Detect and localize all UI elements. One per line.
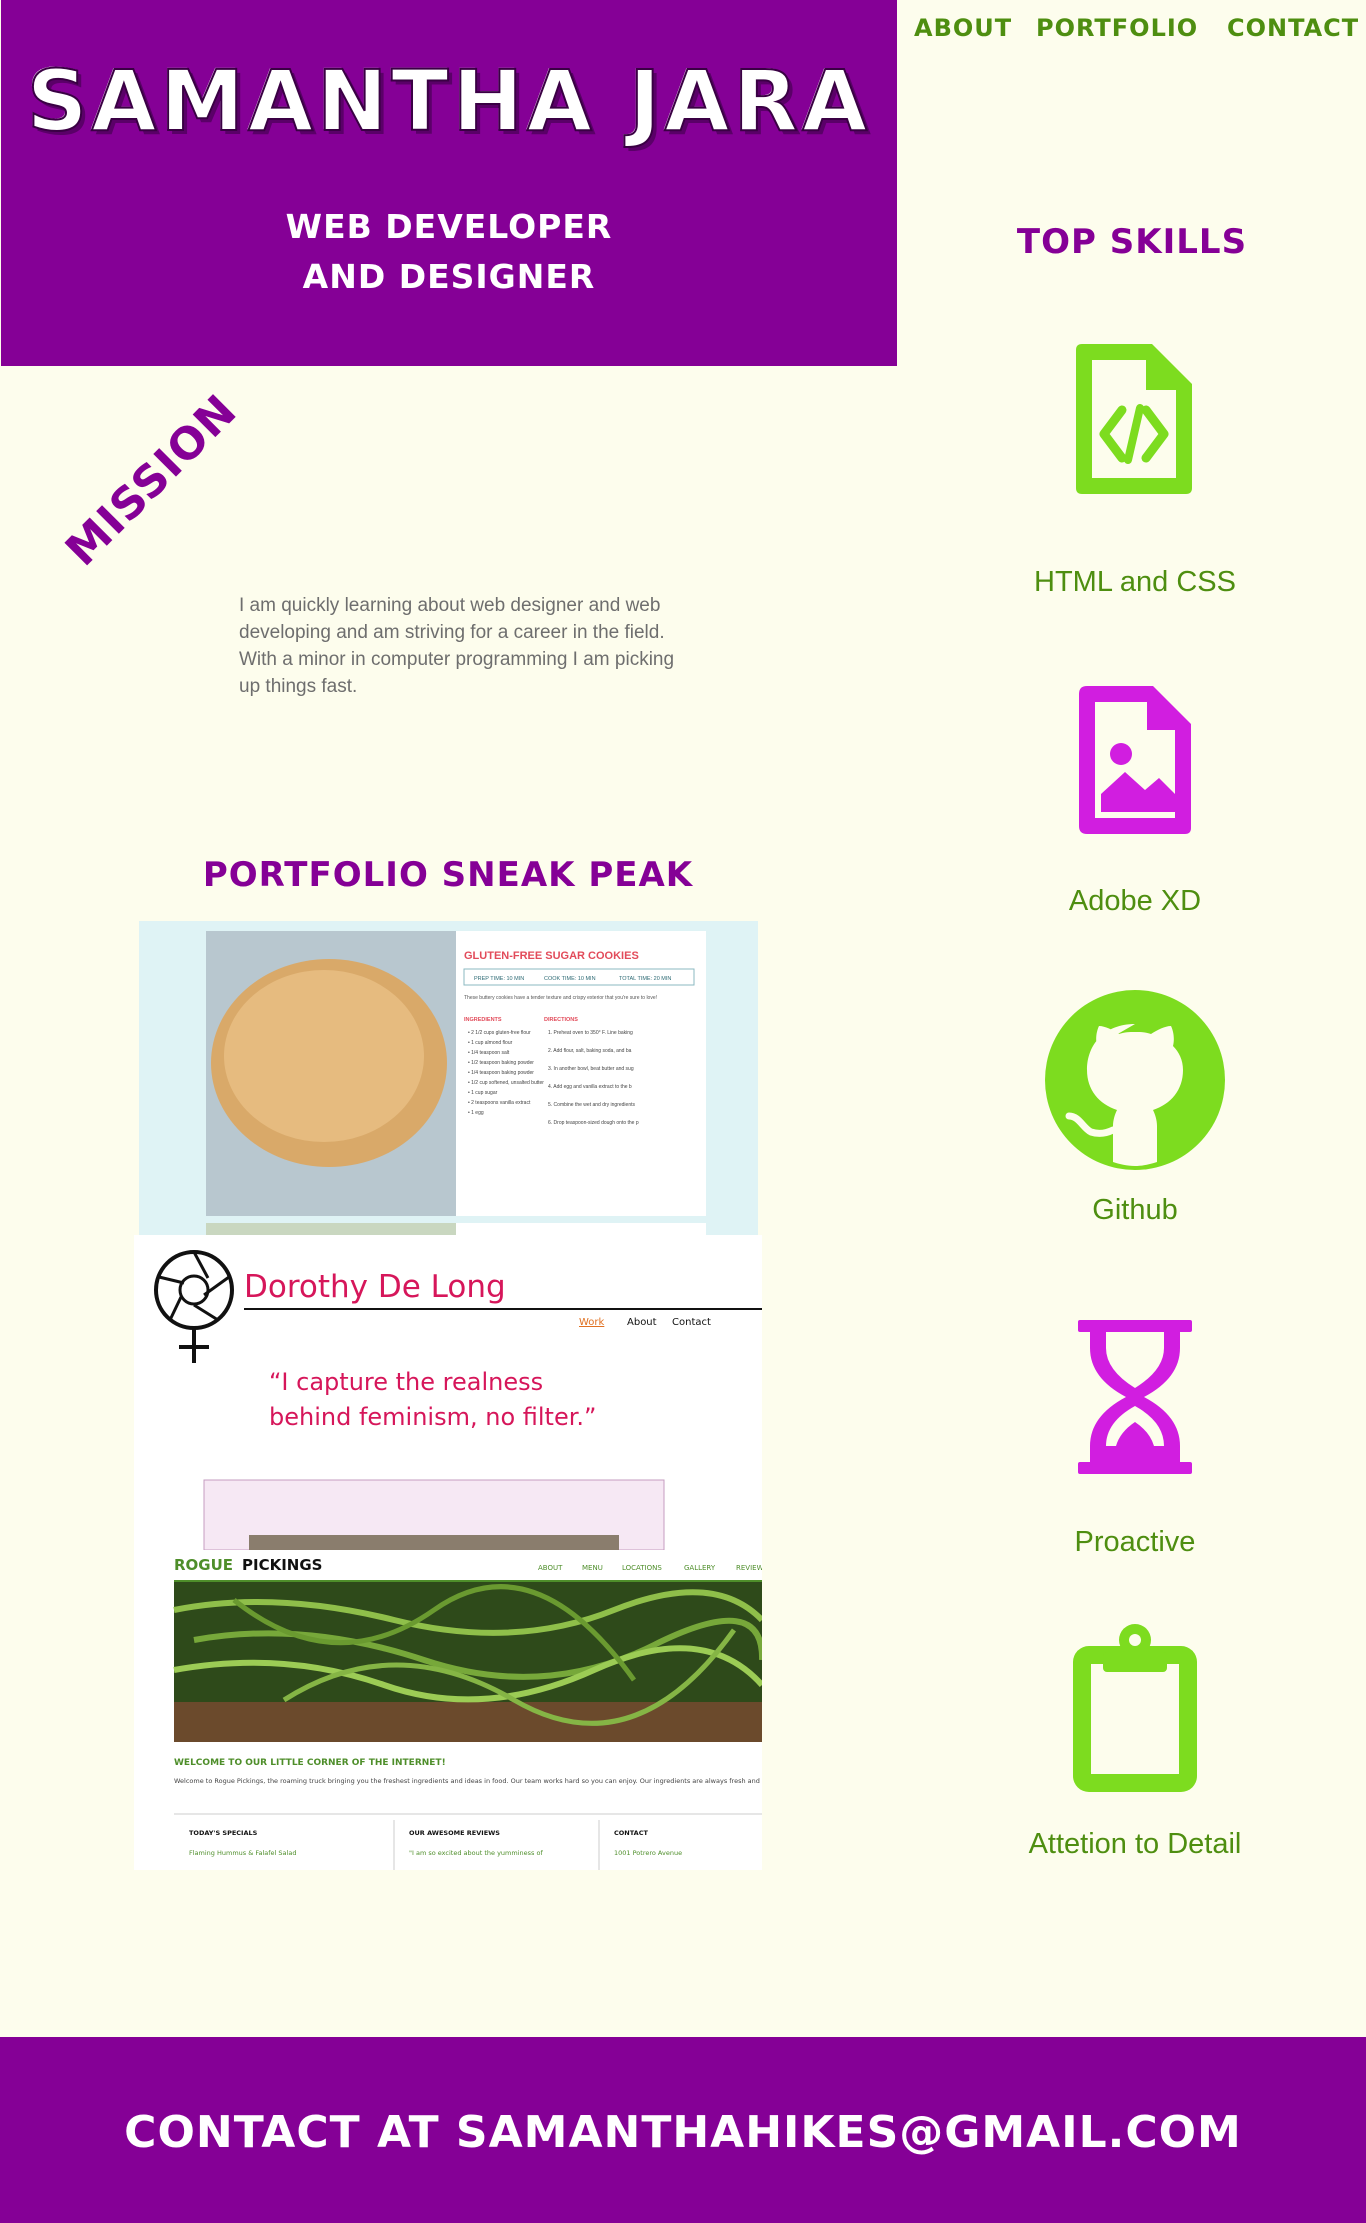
portfolio-screenshot-photographer[interactable]: Dorothy De Long Work About Contact “I ca… [134, 1235, 762, 1550]
portfolio-screenshot-recipe[interactable]: GLUTEN-FREE SUGAR COOKIES PREP TIME: 10 … [139, 921, 758, 1235]
ingredient-item: • 1/2 cup softened, unsalted butter [468, 1080, 544, 1086]
ingredient-item: • 1/2 teaspoon baking powder [468, 1060, 534, 1066]
hero-role-line-2: and Designer [302, 257, 596, 296]
code-file-icon [1076, 344, 1192, 494]
portfolio-screenshot-food-truck[interactable]: ROGUE PICKINGS ABOUT MENU LOCATIONS GALL… [134, 1550, 762, 1870]
food-nav-reviews: REVIEWS [736, 1564, 762, 1572]
footer: Contact at samanthahikes@gmail.com [0, 2037, 1366, 2223]
skill-label-proactive: Proactive [1074, 1526, 1196, 1558]
footer-contact-email[interactable]: Contact at samanthahikes@gmail.com [0, 2107, 1366, 2158]
recipe-title: GLUTEN-FREE SUGAR COOKIES [464, 950, 639, 962]
food-col2-title: OUR AWESOME REVIEWS [409, 1829, 500, 1837]
food-nav-menu: MENU [582, 1564, 603, 1572]
food-truck-preview: ROGUE PICKINGS ABOUT MENU LOCATIONS GALL… [173, 1556, 762, 1870]
food-col1-text: Flaming Hummus & Falafel Salad [189, 1849, 296, 1857]
food-welcome-body: Welcome to Rogue Pickings, the roaming t… [174, 1777, 762, 1785]
hourglass-icon [1078, 1320, 1192, 1474]
skill-html-css: HTML and CSS [1000, 338, 1270, 599]
portfolio-heading: Portfolio Sneak Peak [202, 855, 694, 895]
skill-proactive: Proactive [1000, 1318, 1270, 1559]
prep-time: PREP TIME: 10 MIN [474, 976, 524, 982]
ingredient-item: • 1/4 teaspoon baking powder [468, 1070, 534, 1076]
skill-label-github: Github [1092, 1194, 1178, 1226]
hero-banner: Samantha Jara Web Developer and Designer [1, 0, 897, 366]
skill-github[interactable]: Github [1000, 990, 1270, 1227]
nav-about-link[interactable]: About [914, 14, 1012, 42]
hero-role-line-1: Web Developer [285, 207, 613, 246]
image-file-icon [1079, 686, 1191, 834]
food-col3-title: CONTACT [614, 1829, 648, 1837]
direction-item: 4. Add egg and vanilla extract to the b [548, 1084, 632, 1090]
directions-label: DIRECTIONS [544, 1017, 578, 1023]
skill-label-attention-to-detail: Attetion to Detail [1028, 1828, 1242, 1860]
photographer-brand: Dorothy De Long [244, 1269, 506, 1305]
photographer-quote-2: behind feminism, no filter.” [269, 1403, 596, 1431]
mission-text: I am quickly learning about web designer… [239, 595, 675, 697]
total-time: TOTAL TIME: 20 MIN [619, 976, 671, 982]
clipboard-icon [1073, 1624, 1197, 1792]
aperture-logo-icon [154, 1250, 234, 1363]
food-col3-text: 1001 Potrero Avenue [614, 1849, 682, 1857]
direction-item: 1. Preheat oven to 350° F. Line baking [548, 1030, 633, 1036]
food-col1-title: TODAY'S SPECIALS [189, 1829, 258, 1837]
photographer-nav-contact: Contact [672, 1317, 711, 1328]
food-col2-text: "I am so excited about the yumminess of [409, 1849, 543, 1857]
github-icon [1045, 990, 1225, 1170]
skill-adobe-xd: Adobe XD [1000, 682, 1270, 918]
photographer-nav-about: About [627, 1317, 657, 1328]
skills-heading: Top Skills [1016, 222, 1248, 262]
ingredient-item: • 1/4 teaspoon salt [468, 1050, 510, 1056]
skill-label-html-css: HTML and CSS [1034, 566, 1236, 598]
recipe-preview: GLUTEN-FREE SUGAR COOKIES PREP TIME: 10 … [206, 931, 706, 1235]
ingredient-item: • 2 teaspoons vanilla extract [468, 1100, 531, 1106]
cook-time: COOK TIME: 10 MIN [544, 976, 596, 982]
direction-item: 6. Drop teaspoon-sized dough onto the p [548, 1120, 639, 1126]
site-title: Samantha Jara [26, 51, 872, 151]
photographer-nav-work: Work [579, 1317, 605, 1328]
recipe-desc: These buttery cookies have a tender text… [464, 995, 657, 1001]
ingredient-item: • 1 cup sugar [468, 1090, 498, 1096]
food-nav-about: ABOUT [538, 1564, 563, 1572]
skill-label-adobe-xd: Adobe XD [1068, 885, 1202, 917]
nav-contact-link[interactable]: Contact [1227, 14, 1359, 42]
green-beans-photo [173, 1582, 762, 1742]
food-welcome-heading: WELCOME TO OUR LITTLE CORNER OF THE INTE… [174, 1758, 446, 1768]
ingredient-item: • 1 cup almond flour [468, 1040, 513, 1046]
food-nav-gallery: GALLERY [684, 1564, 716, 1572]
food-brand-b: PICKINGS [242, 1556, 322, 1574]
food-brand-a: ROGUE [174, 1556, 233, 1574]
ingredient-item: • 1 egg [468, 1110, 484, 1116]
hero-subtitle: Web Developer and Designer [1, 202, 897, 302]
ingredient-item: • 2 1/2 cups gluten-free flour [468, 1030, 531, 1036]
direction-item: 3. In another bowl, beat butter and sug [548, 1066, 634, 1072]
food-nav-locations: LOCATIONS [622, 1564, 662, 1572]
main-nav: About Portfolio Contact [900, 14, 1366, 54]
nav-portfolio-link[interactable]: Portfolio [1036, 14, 1198, 42]
photographer-quote-1: “I capture the realness [269, 1368, 543, 1396]
ingredients-label: INGREDIENTS [464, 1017, 502, 1023]
direction-item: 2. Add flour, salt, baking soda, and ba [548, 1048, 632, 1054]
mission-heading: Mission [56, 385, 248, 577]
direction-item: 5. Combine the wet and dry ingredients [548, 1102, 635, 1108]
photographer-preview: Dorothy De Long Work About Contact “I ca… [154, 1250, 762, 1550]
skill-attention-to-detail: Attetion to Detail [1000, 1622, 1270, 1861]
